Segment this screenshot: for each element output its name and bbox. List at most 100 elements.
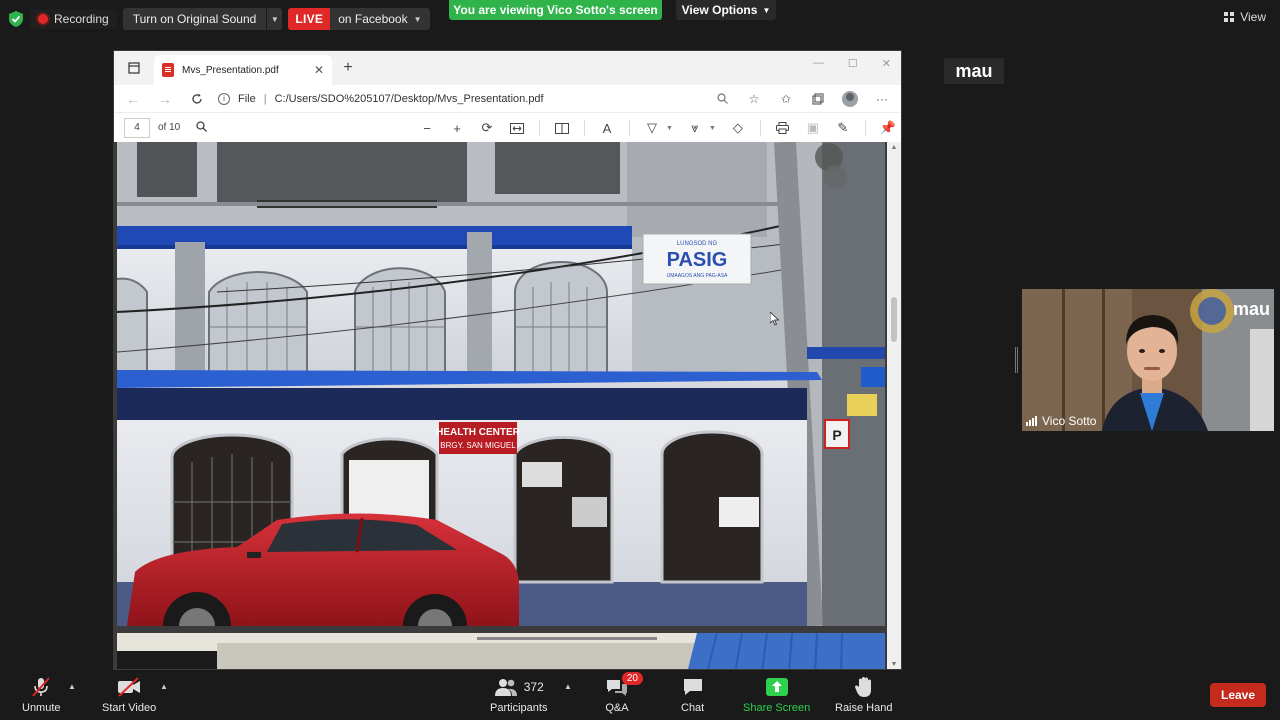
pdf-viewport[interactable]: LUNGSOD NG PASIG UMAAGOS ANG PAG-ASA P H… bbox=[114, 142, 901, 669]
original-sound-label: Turn on Original Sound bbox=[132, 12, 257, 26]
tab-actions-icon[interactable] bbox=[114, 51, 154, 85]
profile-avatar-icon[interactable] bbox=[841, 90, 859, 108]
browser-tab-bar: Mvs_Presentation.pdf ✕ + — ☐ ✕ bbox=[114, 51, 901, 85]
raise-hand-button[interactable]: Raise Hand bbox=[835, 676, 892, 714]
health-center-sign: HEALTH CENTER BRGY. SAN MIGUEL bbox=[436, 422, 521, 454]
read-aloud-icon[interactable]: A bbox=[599, 120, 615, 136]
view-options-button[interactable]: View Options ▼ bbox=[676, 0, 776, 20]
share-screen-button[interactable]: Share Screen bbox=[743, 676, 810, 714]
url-scheme: File bbox=[238, 92, 256, 105]
signal-strength-icon bbox=[1026, 416, 1037, 426]
svg-text:UMAAGOS ANG PAG-ASA: UMAAGOS ANG PAG-ASA bbox=[667, 273, 728, 279]
participant-name-tag: Vico Sotto bbox=[1026, 414, 1096, 428]
svg-text:LUNGSOD NG: LUNGSOD NG bbox=[677, 241, 718, 247]
chevron-down-icon: ▼ bbox=[762, 5, 771, 15]
panel-resize-handle[interactable] bbox=[1015, 347, 1018, 373]
chevron-down-icon[interactable]: ▼ bbox=[666, 125, 673, 132]
recording-label: Recording bbox=[54, 12, 109, 26]
meeting-controls-bar: Unmute ▲ Start Video ▲ 372 Participants … bbox=[0, 670, 1280, 720]
address-bar: ← → i File | C:/Users/SDO%205107/Desktop… bbox=[114, 85, 901, 112]
live-target-label: on Facebook bbox=[338, 12, 408, 26]
qa-label: Q&A bbox=[605, 702, 629, 714]
pdf-page-next bbox=[117, 633, 885, 669]
original-sound-button[interactable]: Turn on Original Sound ▼ bbox=[122, 8, 283, 30]
participants-button[interactable]: 372 Participants bbox=[490, 676, 547, 714]
share-screen-icon bbox=[765, 676, 789, 698]
refresh-icon[interactable] bbox=[186, 88, 208, 110]
search-icon[interactable] bbox=[196, 120, 208, 135]
pdf-page-photo: LUNGSOD NG PASIG UMAAGOS ANG PAG-ASA P H… bbox=[117, 142, 885, 626]
page-view-icon[interactable] bbox=[554, 120, 570, 136]
chat-label: Chat bbox=[681, 702, 705, 714]
pin-toolbar-icon[interactable]: 📌 bbox=[880, 120, 896, 136]
url-path: C:/Users/SDO%205107/Desktop/Mvs_Presenta… bbox=[274, 92, 544, 105]
share-screen-label: Share Screen bbox=[743, 702, 811, 714]
more-menu-icon[interactable]: ··· bbox=[873, 90, 891, 108]
raise-hand-icon bbox=[854, 676, 874, 698]
svg-text:P: P bbox=[832, 427, 841, 443]
leave-button[interactable]: Leave bbox=[1210, 683, 1266, 707]
chevron-up-icon[interactable]: ▲ bbox=[68, 682, 76, 691]
chevron-down-icon[interactable]: ▼ bbox=[266, 8, 282, 30]
close-icon[interactable]: ✕ bbox=[314, 63, 324, 77]
highlight-icon[interactable]: ⩔ bbox=[687, 120, 703, 136]
zoom-in-icon[interactable]: + bbox=[449, 120, 465, 136]
page-number-input[interactable]: 4 bbox=[124, 117, 150, 138]
window-controls: — ☐ ✕ bbox=[813, 51, 891, 75]
unmute-button[interactable]: Unmute bbox=[22, 676, 61, 714]
participants-icon: 372 bbox=[494, 676, 544, 698]
eraser-icon[interactable]: ◇ bbox=[730, 120, 746, 136]
chat-bubble-icon bbox=[682, 676, 704, 698]
svg-text:BRGY. SAN MIGUEL: BRGY. SAN MIGUEL bbox=[440, 441, 516, 450]
qa-button[interactable]: 20 Q&A bbox=[605, 672, 643, 714]
scroll-down-icon[interactable]: ▼ bbox=[887, 659, 901, 669]
add-favorite-star-icon[interactable]: ☆ bbox=[745, 90, 763, 108]
scroll-up-icon[interactable]: ▲ bbox=[887, 142, 901, 152]
rotate-icon[interactable]: ⟳ bbox=[479, 120, 495, 136]
browser-tab[interactable]: Mvs_Presentation.pdf ✕ bbox=[154, 55, 332, 85]
chevron-down-icon[interactable]: ▼ bbox=[709, 125, 716, 132]
save-icon[interactable]: ▣ bbox=[805, 120, 821, 136]
mouse-cursor-icon bbox=[770, 312, 780, 326]
live-badge: LIVE bbox=[288, 8, 331, 30]
chevron-down-icon: ▼ bbox=[413, 14, 422, 24]
tab-title: Mvs_Presentation.pdf bbox=[182, 64, 279, 76]
scrollbar-thumb[interactable] bbox=[891, 297, 897, 342]
chat-button[interactable]: Chat bbox=[681, 676, 704, 714]
unmute-label: Unmute bbox=[22, 702, 61, 714]
draw-icon[interactable]: ▽ bbox=[644, 120, 660, 136]
fit-to-page-icon[interactable] bbox=[509, 120, 525, 136]
participant-video-tile[interactable]: mau Vico Sotto bbox=[1022, 289, 1274, 431]
collections-icon[interactable] bbox=[809, 90, 827, 108]
chevron-up-icon[interactable]: ▲ bbox=[564, 682, 572, 691]
browser-toolbar-right: ☆ ✩ ··· bbox=[713, 85, 891, 112]
forward-arrow-icon[interactable]: → bbox=[154, 88, 176, 110]
zoom-out-icon[interactable]: − bbox=[419, 120, 435, 136]
print-icon[interactable] bbox=[775, 120, 791, 136]
security-shield-icon[interactable] bbox=[8, 11, 24, 27]
maximize-icon[interactable]: ☐ bbox=[848, 57, 858, 70]
zoom-meeting-window: Recording Turn on Original Sound ▼ LIVE … bbox=[0, 0, 1280, 720]
start-video-label: Start Video bbox=[102, 702, 157, 714]
view-button[interactable]: View bbox=[1224, 10, 1266, 24]
chevron-up-icon[interactable]: ▲ bbox=[160, 682, 168, 691]
pdf-scrollbar[interactable]: ▲ ▼ bbox=[887, 142, 901, 669]
minimize-icon[interactable]: — bbox=[813, 57, 824, 69]
favorites-icon[interactable]: ✩ bbox=[777, 90, 795, 108]
start-video-button[interactable]: Start Video bbox=[102, 676, 156, 714]
qa-badge: 20 bbox=[621, 672, 643, 685]
live-stream-button[interactable]: LIVE on Facebook ▼ bbox=[288, 8, 430, 30]
viewing-screen-banner: You are viewing Vico Sotto's screen bbox=[449, 0, 662, 20]
close-window-icon[interactable]: ✕ bbox=[882, 57, 891, 70]
url-field[interactable]: i File | C:/Users/SDO%205107/Desktop/Mvs… bbox=[218, 92, 544, 105]
back-arrow-icon[interactable]: ← bbox=[122, 88, 144, 110]
city-sign: LUNGSOD NG PASIG UMAAGOS ANG PAG-ASA bbox=[642, 233, 752, 285]
recording-indicator[interactable]: Recording bbox=[30, 9, 117, 29]
shared-browser-window: Mvs_Presentation.pdf ✕ + — ☐ ✕ ← → i Fil… bbox=[113, 50, 902, 670]
info-icon[interactable]: i bbox=[218, 92, 230, 105]
save-as-icon[interactable]: ✎ bbox=[835, 120, 851, 136]
new-tab-plus-icon[interactable]: + bbox=[332, 51, 364, 85]
participants-count: 372 bbox=[523, 680, 544, 694]
zoom-icon[interactable] bbox=[713, 90, 731, 108]
pdf-tool-group: − + ⟳ A ▽ ▼ ⩔ ▼ ◇ ▣ ✎ 📌 bbox=[419, 113, 896, 143]
